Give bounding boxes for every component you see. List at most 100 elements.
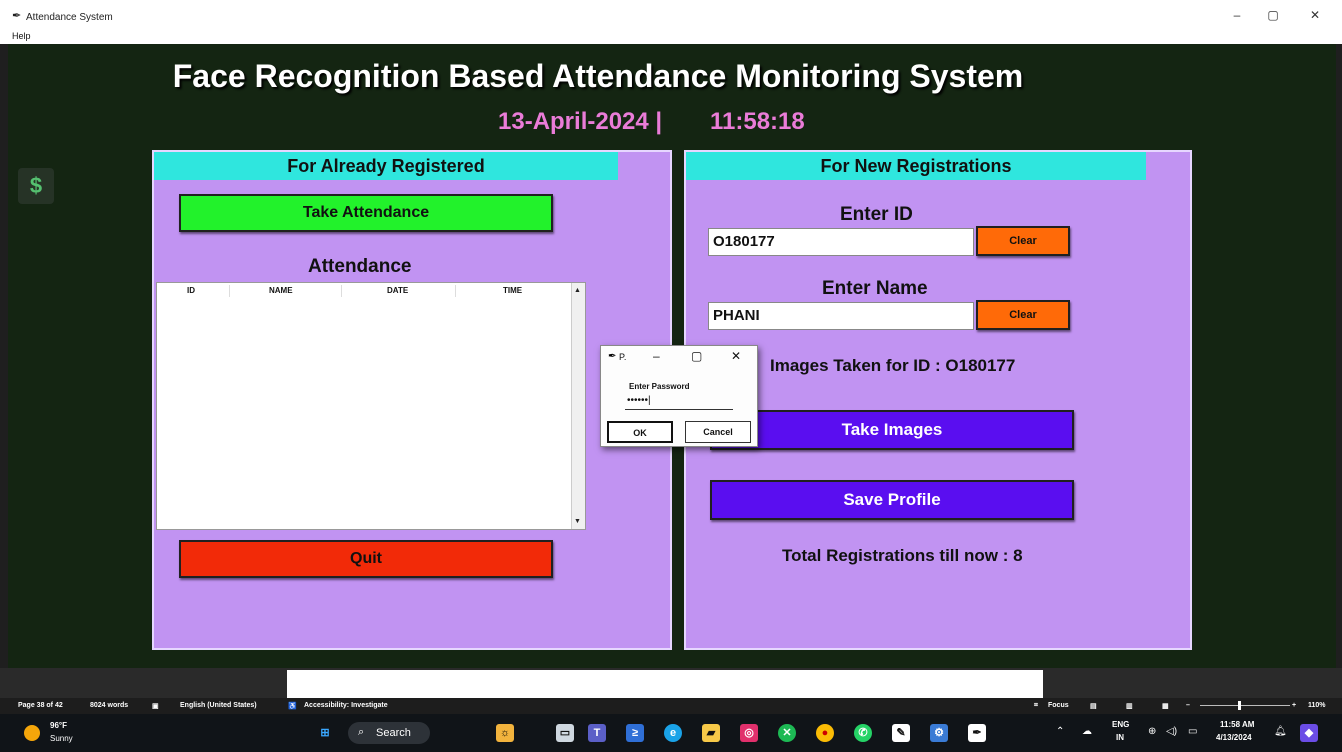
password-input[interactable]: ••••••| (625, 394, 733, 410)
screen: ✒ Attendance System – ▢ ✕ Help Face Reco… (0, 0, 1342, 752)
name-input[interactable]: PHANI (708, 302, 974, 330)
vscode-like-icon[interactable]: ≥ (626, 724, 644, 742)
save-profile-button[interactable]: Save Profile (710, 480, 1074, 520)
quit-button[interactable]: Quit (179, 540, 553, 578)
clear-id-button[interactable]: Clear (976, 226, 1070, 256)
column-date[interactable]: DATE (387, 286, 408, 295)
window-titlebar: ✒ Attendance System – ▢ ✕ (0, 0, 1342, 30)
teams-icon[interactable]: T (588, 724, 606, 742)
sun-icon[interactable] (24, 725, 40, 741)
volume-icon[interactable]: ◁) (1166, 726, 1177, 737)
tray-chevron-icon[interactable]: ⌃ (1056, 726, 1064, 737)
table-scrollbar[interactable]: ▲ ▼ (571, 283, 585, 529)
column-time[interactable]: TIME (503, 286, 522, 295)
cancel-button[interactable]: Cancel (685, 421, 751, 443)
maximize-button[interactable]: ▢ (1258, 8, 1288, 22)
clock-date[interactable]: 4/13/2024 (1216, 733, 1252, 742)
menubar: Help (0, 30, 1342, 44)
copilot-icon[interactable]: ◆ (1300, 724, 1318, 742)
cloud-icon[interactable]: ☁ (1082, 726, 1092, 737)
table-header: ID NAME DATE TIME (157, 283, 571, 297)
taskbar-search[interactable]: ⌕ Search (348, 722, 430, 744)
focus-icon[interactable]: ⌗ (1034, 702, 1038, 710)
id-input[interactable]: O180177 (708, 228, 974, 256)
widgets-icon[interactable]: ☼ (496, 724, 514, 742)
registered-frame: For Already Registered Take Attendance A… (152, 150, 672, 650)
attendance-label: Attendance (308, 256, 412, 277)
close-button[interactable]: ✕ (1300, 8, 1330, 22)
windows-start-icon[interactable]: ⊞ (316, 724, 334, 742)
enter-id-label: Enter ID (840, 204, 913, 225)
weather-temp[interactable]: 96°F (50, 721, 67, 730)
column-id[interactable]: ID (187, 286, 195, 295)
focus-button[interactable]: Focus (1048, 702, 1069, 709)
total-registrations-label: Total Registrations till now : 8 (782, 546, 1023, 565)
read-mode-icon[interactable]: ▤ (1090, 702, 1097, 710)
new-registration-frame: For New Registrations Enter ID O180177 C… (684, 150, 1192, 650)
registered-header: For Already Registered (154, 152, 618, 180)
feather-app-icon[interactable]: ✒ (968, 724, 986, 742)
print-layout-icon[interactable]: ▥ (1126, 702, 1133, 710)
dialog-close-button[interactable]: ✕ (731, 349, 741, 363)
feather-icon: ✒ (608, 351, 617, 362)
clock-label: 11:58:18 (710, 108, 805, 135)
enter-name-label: Enter Name (822, 278, 928, 299)
scroll-up-icon[interactable]: ▲ (574, 287, 581, 294)
edge-icon[interactable]: e (664, 724, 682, 742)
whatsapp-icon[interactable]: ✆ (854, 724, 872, 742)
new-registration-header: For New Registrations (686, 152, 1146, 180)
column-divider (455, 285, 456, 297)
page-count[interactable]: Page 38 of 42 (18, 702, 63, 709)
word-statusbar: Page 38 of 42 8024 words ▣ English (Unit… (0, 698, 1342, 714)
zoom-out-icon[interactable]: – (1186, 702, 1190, 709)
column-divider (341, 285, 342, 297)
notification-bell-icon[interactable]: 🔔︎ (1274, 726, 1287, 737)
feather-icon: ✒ (12, 10, 22, 22)
clock-time[interactable]: 11:58 AM (1220, 720, 1254, 729)
zoom-in-icon[interactable]: + (1292, 702, 1296, 709)
file-explorer-icon[interactable]: ▰ (702, 724, 720, 742)
notepad-icon[interactable]: ✎ (892, 724, 910, 742)
search-label: Search (376, 727, 411, 739)
proofing-icon[interactable]: ▣ (152, 702, 159, 710)
side-widget-icon[interactable]: $ (18, 168, 54, 204)
minimize-button[interactable]: – (1222, 8, 1252, 22)
password-label: Enter Password (629, 382, 690, 391)
app-title: Face Recognition Based Attendance Monito… (172, 58, 1024, 94)
password-dialog: ✒ P. – ▢ ✕ Enter Password ••••••| OK Can… (600, 345, 758, 447)
scroll-down-icon[interactable]: ▼ (574, 518, 581, 525)
task-view-icon[interactable]: ▭ (556, 724, 574, 742)
take-images-button[interactable]: Take Images (710, 410, 1074, 450)
accessibility-status[interactable]: Accessibility: Investigate (304, 702, 388, 709)
zoom-slider-thumb[interactable] (1238, 701, 1241, 710)
chrome-icon[interactable]: ● (816, 724, 834, 742)
column-name[interactable]: NAME (269, 286, 293, 295)
weather-desc[interactable]: Sunny (50, 734, 73, 743)
instagram-icon[interactable]: ◎ (740, 724, 758, 742)
search-icon: ⌕ (358, 726, 365, 738)
lang-secondary[interactable]: IN (1116, 733, 1124, 742)
dialog-maximize-button[interactable]: ▢ (691, 349, 702, 363)
clear-name-button[interactable]: Clear (976, 300, 1070, 330)
document-page-strip (287, 670, 1043, 698)
battery-icon[interactable]: ▭ (1188, 726, 1197, 737)
word-count[interactable]: 8024 words (90, 702, 128, 709)
images-taken-message: Images Taken for ID : O180177 (770, 356, 1016, 375)
xbox-icon[interactable]: ✕ (778, 724, 796, 742)
window-title: Attendance System (26, 12, 113, 23)
language-status[interactable]: English (United States) (180, 702, 257, 709)
dialog-minimize-button[interactable]: – (653, 349, 660, 363)
web-layout-icon[interactable]: ▦ (1162, 702, 1169, 710)
python-icon[interactable]: ⚙ (930, 724, 948, 742)
zoom-slider[interactable] (1200, 705, 1290, 706)
date-label: 13-April-2024 | (498, 108, 663, 135)
network-icon[interactable]: ⊕ (1148, 726, 1156, 737)
menu-help[interactable]: Help (12, 31, 31, 41)
column-divider (229, 285, 230, 297)
lang-primary[interactable]: ENG (1112, 720, 1129, 729)
attendance-table[interactable]: ID NAME DATE TIME ▲ ▼ (156, 282, 586, 530)
zoom-level[interactable]: 110% (1308, 702, 1326, 709)
take-attendance-button[interactable]: Take Attendance (179, 194, 553, 232)
ok-button[interactable]: OK (607, 421, 673, 443)
accessibility-icon[interactable]: ♿ (288, 702, 297, 710)
